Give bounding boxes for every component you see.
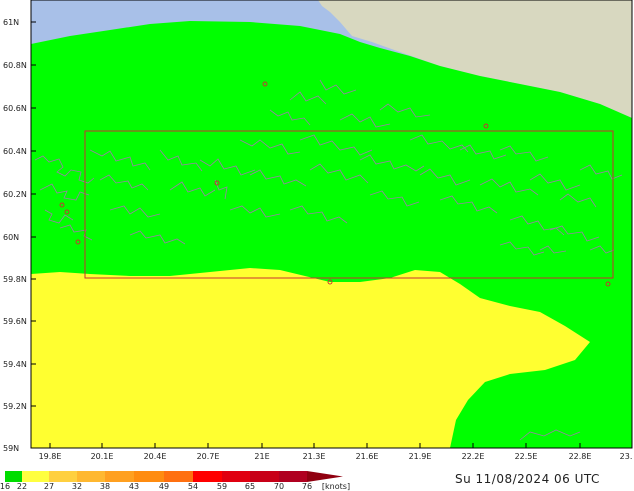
- legend-swatch-3: [49, 471, 77, 482]
- lat-label-60n: 60N: [3, 233, 20, 242]
- lon-label-23e: 23.: [619, 452, 633, 461]
- lat-label-59-8n: 59.8N: [3, 275, 27, 284]
- legend-swatch-7: [164, 471, 193, 482]
- lon-label-22-8e: 22.8E: [568, 452, 592, 461]
- lon-label-20-1e: 20.1E: [90, 452, 114, 461]
- lon-label-20-4e: 20.4E: [143, 452, 167, 461]
- lon-label-21-9e: 21.9E: [408, 452, 432, 461]
- legend-swatch-6: [134, 471, 164, 482]
- legend-swatch-1: [5, 471, 22, 482]
- lat-label-59-2n: 59.2N: [3, 402, 27, 411]
- legend-swatch-2: [22, 471, 49, 482]
- legend-swatch-9: [222, 471, 250, 482]
- legend-swatch-4: [77, 471, 105, 482]
- lat-label-61n: 61N: [3, 18, 20, 27]
- lat-label-59-4n: 59.4N: [3, 360, 27, 369]
- wind-map: [30, 0, 633, 449]
- lon-label-22-5e: 22.5E: [514, 452, 538, 461]
- lon-label-21e: 21E: [254, 452, 270, 461]
- legend-swatch-5: [105, 471, 134, 482]
- lon-label-21-6e: 21.6E: [355, 452, 379, 461]
- legend-swatch-8: [193, 471, 222, 482]
- lon-label-19-8e: 19.8E: [38, 452, 62, 461]
- lat-label-60-2n: 60.2N: [3, 190, 27, 199]
- legend-swatch-11: [279, 471, 307, 482]
- lat-label-59-6n: 59.6N: [3, 317, 27, 326]
- lat-label-59n: 59N: [3, 444, 20, 453]
- lon-label-21-3e: 21.3E: [302, 452, 326, 461]
- lon-label-20-7e: 20.7E: [196, 452, 220, 461]
- wind-speed-legend: 16 22 27 32 38 43 49 54 59 65 70 76 [kno…: [0, 468, 420, 491]
- lat-label-60-4n: 60.4N: [3, 147, 27, 156]
- legend-arrow-tip: [307, 471, 343, 482]
- forecast-timestamp: Su 11/08/2024 06 UTC: [455, 472, 600, 486]
- lat-label-60-6n: 60.6N: [3, 104, 27, 113]
- legend-swatch-10: [250, 471, 279, 482]
- lon-label-22-2e: 22.2E: [461, 452, 485, 461]
- lat-label-60-8n: 60.8N: [3, 61, 27, 70]
